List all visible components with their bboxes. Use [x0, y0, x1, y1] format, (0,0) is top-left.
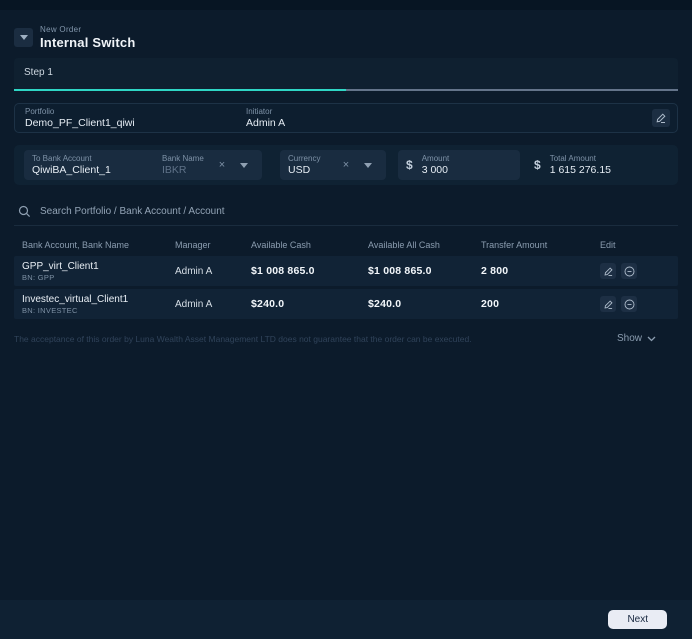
- available-all-cash-cell: $1 008 865.0: [368, 265, 432, 277]
- manager-cell: Admin A: [175, 298, 213, 310]
- search-bar: [14, 201, 678, 226]
- remove-row-button[interactable]: [621, 263, 637, 279]
- order-type-collapse-button[interactable]: [14, 28, 33, 47]
- main-content: New Order Internal Switch Step 1 Portfol…: [0, 10, 692, 600]
- bank-name: BN: GPP: [22, 272, 55, 282]
- transfer-amount-cell: 2 800: [481, 265, 509, 277]
- currency-value: USD: [288, 164, 311, 176]
- available-cash-cell: $240.0: [251, 298, 285, 310]
- portfolio-value: Demo_PF_Client1_qiwi: [25, 117, 135, 129]
- initiator-label: Initiator: [246, 107, 273, 116]
- note-row: The acceptance of this order by Luna Wea…: [14, 333, 678, 344]
- page-title: Internal Switch: [40, 35, 136, 50]
- account-name: GPP_virt_Client1: [22, 260, 99, 272]
- table-header: Bank Account, Bank Name Manager Availabl…: [14, 234, 678, 256]
- pencil-icon: [604, 299, 613, 309]
- minus-circle-icon: [624, 299, 635, 310]
- currency-field-group: Currency USD ×: [280, 150, 386, 180]
- currency-label: Currency: [288, 154, 321, 163]
- title-block: New Order Internal Switch: [40, 25, 135, 50]
- dollar-icon: $: [534, 158, 541, 172]
- currency-dropdown-icon[interactable]: [356, 162, 380, 168]
- edit-order-info-button[interactable]: [652, 109, 670, 127]
- currency-clear-icon[interactable]: ×: [336, 150, 356, 180]
- edit-cell: [600, 296, 678, 312]
- initiator-field: Initiator Admin A: [246, 107, 652, 129]
- transfer-amount-cell: 200: [481, 298, 500, 310]
- edit-cell: [600, 263, 678, 279]
- to-bank-account-field[interactable]: To Bank Account QiwiBA_Client_1: [32, 154, 162, 176]
- total-amount-field: $ Total Amount 1 615 276.15: [534, 154, 611, 176]
- bank-name-label: Bank Name: [162, 154, 204, 163]
- bank-name-value: IBKR: [162, 164, 187, 176]
- edit-row-button[interactable]: [600, 296, 616, 312]
- table-row[interactable]: GPP_virt_Client1 BN: GPP Admin A $1 008 …: [14, 256, 678, 286]
- total-amount-label: Total Amount: [549, 154, 596, 163]
- chevron-down-icon: [19, 35, 28, 40]
- total-amount-block: Total Amount 1 615 276.15: [550, 154, 611, 176]
- bank-account-cell: GPP_virt_Client1 BN: GPP: [22, 261, 175, 282]
- transfer-form: To Bank Account QiwiBA_Client_1 Bank Nam…: [14, 145, 678, 185]
- edit-row-button[interactable]: [600, 263, 616, 279]
- show-label: Show: [616, 333, 642, 344]
- to-bank-account-label: To Bank Account: [32, 154, 92, 163]
- available-all-cash-cell: $240.0: [368, 298, 402, 310]
- bank-name: BN: INVESTEC: [22, 305, 78, 315]
- page-header: New Order Internal Switch: [14, 25, 678, 50]
- pencil-icon: [604, 266, 613, 276]
- column-header-edit: Edit: [600, 240, 616, 250]
- remove-row-button[interactable]: [621, 296, 637, 312]
- search-input[interactable]: [40, 205, 676, 217]
- footer-bar: Next: [0, 600, 692, 639]
- column-header-available-cash: Available Cash: [251, 240, 311, 250]
- currency-field[interactable]: Currency USD: [288, 154, 336, 176]
- bank-account-cell: Investec_virtual_Client1 BN: INVESTEC: [22, 294, 175, 315]
- bank-account-field-group: To Bank Account QiwiBA_Client_1 Bank Nam…: [24, 150, 262, 180]
- step-label: Step 1: [24, 67, 53, 78]
- accounts-table: Bank Account, Bank Name Manager Availabl…: [14, 234, 678, 319]
- portfolio-label: Portfolio: [25, 107, 55, 116]
- bank-name-clear-icon[interactable]: ×: [212, 150, 232, 180]
- show-toggle[interactable]: Show: [617, 333, 656, 344]
- portfolio-field: Portfolio Demo_PF_Client1_qiwi: [25, 107, 246, 129]
- disclaimer-text: The acceptance of this order by Luna Wea…: [14, 333, 472, 344]
- table-row[interactable]: Investec_virtual_Client1 BN: INVESTEC Ad…: [14, 289, 678, 319]
- top-bar: [0, 0, 692, 10]
- search-icon: [18, 205, 31, 218]
- manager-cell: Admin A: [175, 265, 213, 277]
- order-type-label: New Order: [40, 25, 82, 34]
- amount-field-group[interactable]: $ Amount 3 000: [398, 150, 520, 180]
- amount-value: 3 000: [421, 164, 448, 176]
- chevron-down-icon: [647, 336, 656, 342]
- amount-label: Amount: [421, 154, 450, 163]
- column-header-available-all-cash: Available All Cash: [368, 240, 440, 250]
- amount-field: Amount 3 000: [422, 154, 450, 176]
- to-bank-account-value: QiwiBA_Client_1: [32, 164, 111, 176]
- column-header-transfer-amount: Transfer Amount: [481, 240, 548, 250]
- order-info-panel: Portfolio Demo_PF_Client1_qiwi Initiator…: [14, 103, 678, 133]
- pencil-icon: [656, 113, 666, 123]
- account-name: Investec_virtual_Client1: [22, 293, 129, 305]
- column-header-bank-account: Bank Account, Bank Name: [22, 240, 130, 250]
- step-indicator: Step 1: [14, 58, 678, 91]
- initiator-value: Admin A: [246, 117, 286, 129]
- next-button[interactable]: Next: [608, 610, 667, 629]
- total-amount-value: 1 615 276.15: [549, 164, 611, 176]
- bank-name-dropdown-icon[interactable]: [232, 162, 256, 168]
- column-header-manager: Manager: [175, 240, 211, 250]
- available-cash-cell: $1 008 865.0: [251, 265, 315, 277]
- dollar-icon: $: [406, 158, 413, 172]
- minus-circle-icon: [624, 266, 635, 277]
- bank-name-field[interactable]: Bank Name IBKR: [162, 154, 212, 176]
